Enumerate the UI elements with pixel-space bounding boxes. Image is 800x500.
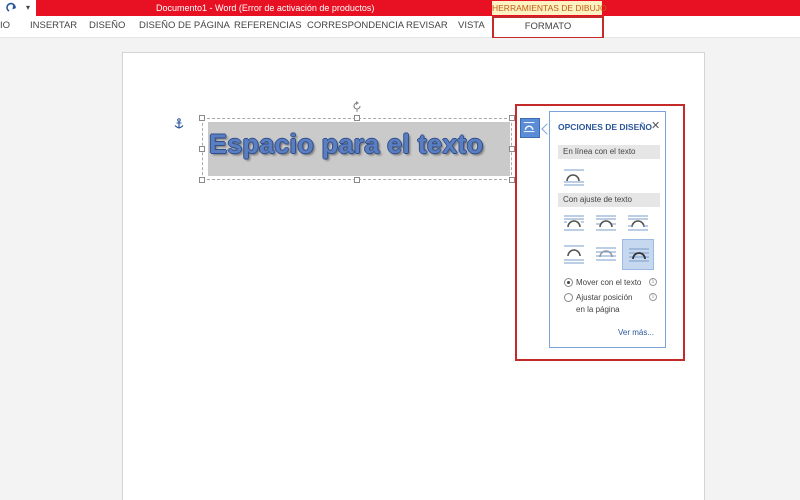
move-with-text-label[interactable]: Mover con el texto bbox=[576, 277, 641, 288]
tab-inicio[interactable]: IO bbox=[0, 16, 10, 38]
tab-diseno[interactable]: DISEÑO bbox=[89, 16, 125, 38]
inline-with-text-option[interactable] bbox=[560, 163, 588, 191]
resize-handle[interactable] bbox=[354, 177, 360, 183]
wrap-top-bottom-option[interactable] bbox=[560, 240, 588, 268]
tab-formato[interactable]: FORMATO bbox=[494, 18, 602, 37]
fix-position-label-line2[interactable]: en la página bbox=[576, 304, 620, 315]
rotate-handle-icon[interactable] bbox=[351, 100, 363, 112]
fix-position-label[interactable]: Ajustar posición bbox=[576, 292, 632, 303]
wrap-through-icon bbox=[628, 215, 648, 231]
info-icon[interactable]: i bbox=[649, 278, 657, 286]
tab-insertar[interactable]: INSERTAR bbox=[30, 16, 77, 38]
wrap-top-bottom-icon bbox=[564, 245, 584, 264]
tab-diseno-de-pagina[interactable]: DISEÑO DE PÁGINA bbox=[139, 16, 230, 38]
behind-text-icon bbox=[596, 247, 616, 261]
document-title: Documento1 - Word (Error de activación d… bbox=[156, 3, 375, 13]
resize-handle[interactable] bbox=[199, 146, 205, 152]
tab-vista[interactable]: VISTA bbox=[458, 16, 485, 38]
resize-handle[interactable] bbox=[354, 115, 360, 121]
move-with-text-radio[interactable] bbox=[564, 278, 573, 287]
layout-options-panel: OPCIONES DE DISEÑO ✕ En línea con el tex… bbox=[549, 111, 666, 348]
title-bar: ▾ Documento1 - Word (Error de activación… bbox=[0, 0, 800, 16]
wrap-tight-icon bbox=[596, 215, 616, 231]
wrap-tight-option[interactable] bbox=[592, 210, 620, 238]
tab-referencias[interactable]: REFERENCIAS bbox=[234, 16, 302, 38]
in-front-of-text-icon bbox=[629, 248, 649, 262]
formato-highlight-box: FORMATO bbox=[492, 16, 604, 39]
drawing-tools-label: HERRAMIENTAS DE DIBUJO bbox=[492, 1, 607, 15]
fix-position-radio[interactable] bbox=[564, 293, 573, 302]
qat-dropdown-icon[interactable]: ▾ bbox=[26, 2, 30, 14]
quick-access-toolbar: ▾ bbox=[0, 0, 36, 16]
tab-correspondencia[interactable]: CORRESPONDENCIA bbox=[307, 16, 404, 38]
inline-section-header: En línea con el texto bbox=[558, 145, 660, 159]
resize-handle[interactable] bbox=[199, 115, 205, 121]
in-front-of-text-option[interactable] bbox=[622, 239, 654, 270]
tab-revisar[interactable]: REVISAR bbox=[406, 16, 448, 38]
wrap-square-option[interactable] bbox=[560, 210, 588, 238]
resize-handle[interactable] bbox=[199, 177, 205, 183]
redo-icon[interactable] bbox=[6, 2, 18, 14]
inline-with-text-icon bbox=[564, 169, 584, 186]
close-icon[interactable]: ✕ bbox=[651, 120, 660, 132]
layout-options-icon bbox=[523, 122, 535, 133]
behind-text-option[interactable] bbox=[592, 240, 620, 268]
panel-title: OPCIONES DE DISEÑO bbox=[558, 122, 652, 132]
ribbon-tabs: IO INSERTAR DISEÑO DISEÑO DE PÁGINA REFE… bbox=[0, 16, 800, 39]
wrap-section-header: Con ajuste de texto bbox=[558, 193, 660, 207]
anchor-icon[interactable] bbox=[173, 118, 185, 130]
wrap-through-option[interactable] bbox=[624, 210, 652, 238]
see-more-link[interactable]: Ver más... bbox=[618, 328, 654, 337]
wrap-square-icon bbox=[564, 215, 584, 231]
info-icon[interactable]: i bbox=[649, 293, 657, 301]
layout-options-button[interactable] bbox=[520, 118, 540, 138]
textbox-text[interactable]: Espacio para el texto bbox=[209, 124, 483, 164]
